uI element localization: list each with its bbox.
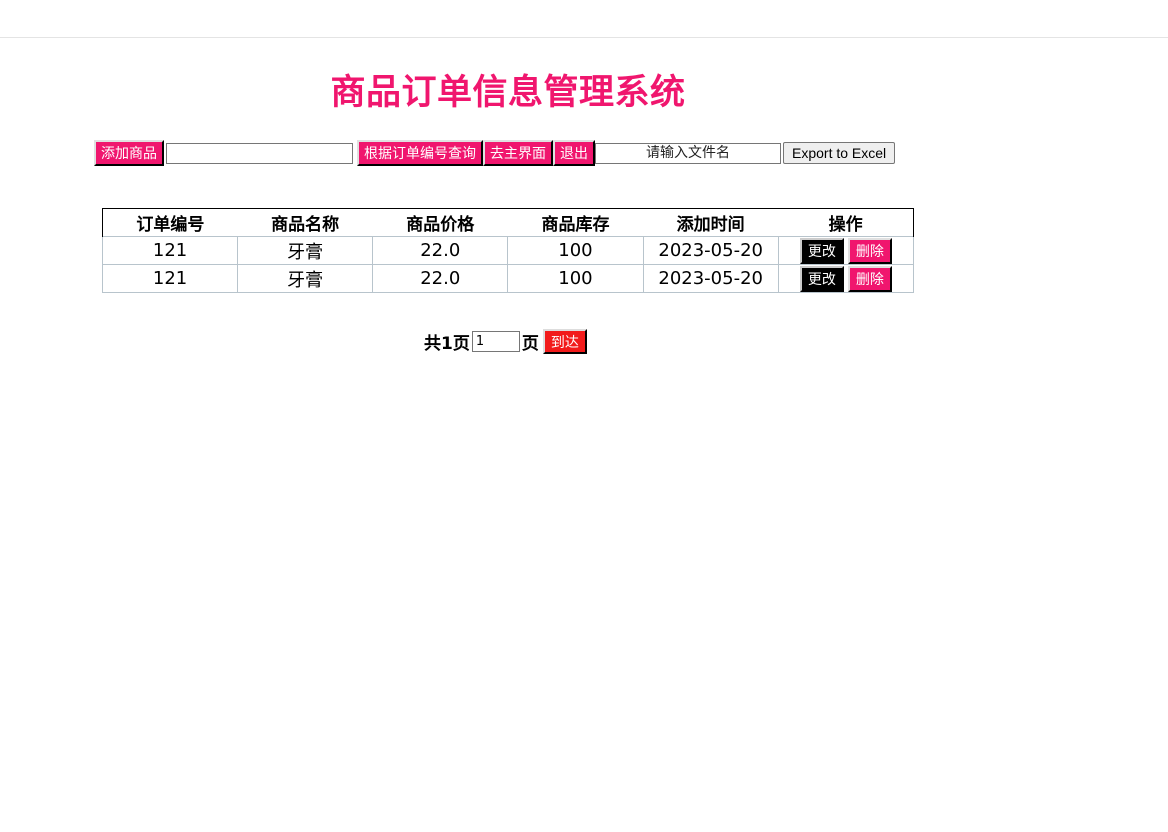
filename-input[interactable]: [595, 142, 781, 164]
header-product-name: 商品名称: [237, 208, 373, 237]
cell-product-stock: 100: [507, 236, 644, 265]
cell-product-price: 22.0: [372, 264, 509, 293]
cell-product-stock: 100: [507, 264, 644, 293]
edit-button[interactable]: 更改: [799, 265, 844, 292]
header-product-price: 商品价格: [372, 208, 508, 237]
table-row: 121 牙膏 22.0 100 2023-05-20 更改 删除: [101, 264, 915, 293]
header-actions: 操作: [778, 208, 915, 237]
browser-top-bar: [0, 0, 1168, 38]
cell-product-name: 牙膏: [237, 236, 374, 265]
cell-added-time: 2023-05-20: [642, 236, 779, 265]
cell-added-time: 2023-05-20: [642, 264, 779, 293]
table-header-row: 订单编号 商品名称 商品价格 商品库存 添加时间 操作: [101, 208, 915, 237]
header-added-time: 添加时间: [643, 208, 779, 237]
total-pages-text: 共1页: [424, 334, 470, 354]
cell-product-name: 牙膏: [237, 264, 374, 293]
table-row: 121 牙膏 22.0 100 2023-05-20 更改 删除: [101, 236, 915, 265]
export-excel-button[interactable]: Export to Excel: [783, 142, 896, 164]
cell-actions: 更改 删除: [777, 264, 915, 293]
header-order-id: 订单编号: [101, 208, 238, 237]
go-to-page-button[interactable]: 到达: [542, 329, 587, 354]
page-number-input[interactable]: [471, 331, 520, 352]
page-title: 商品订单信息管理系统: [330, 73, 686, 113]
cell-order-id: 121: [101, 236, 239, 265]
logout-button[interactable]: 退出: [553, 140, 595, 166]
delete-button[interactable]: 删除: [847, 265, 892, 292]
order-id-search-input[interactable]: [166, 142, 353, 164]
orders-table: 订单编号 商品名称 商品价格 商品库存 添加时间 操作 121 牙膏 22.0 …: [101, 208, 915, 293]
search-by-order-id-button[interactable]: 根据订单编号查询: [357, 140, 483, 166]
cell-actions: 更改 删除: [777, 236, 915, 265]
cell-product-price: 22.0: [372, 236, 509, 265]
go-home-button[interactable]: 去主界面: [483, 140, 553, 166]
cell-order-id: 121: [101, 264, 239, 293]
add-product-button[interactable]: 添加商品: [94, 140, 164, 166]
edit-button[interactable]: 更改: [799, 237, 844, 264]
header-product-stock: 商品库存: [507, 208, 644, 237]
delete-button[interactable]: 删除: [847, 237, 892, 264]
page-suffix-text: 页: [521, 334, 539, 354]
toolbar: 添加商品 根据订单编号查询 去主界面 退出 Export to Excel: [94, 140, 896, 166]
pagination: 共1页 页 到达: [424, 329, 587, 354]
